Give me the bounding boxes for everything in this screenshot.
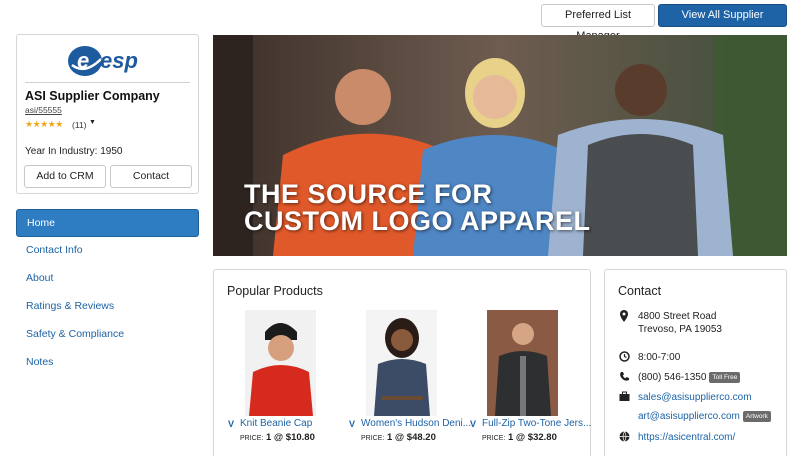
clock-icon <box>618 351 630 365</box>
hours: 8:00-7:00 <box>638 352 681 363</box>
supplier-card: e esp ASI Supplier Company asi/55555 ★★★… <box>16 34 199 194</box>
product-name[interactable]: Women's Hudson Deni... <box>361 418 471 429</box>
view-all-supplier-products-button[interactable]: View All Supplier Products <box>658 4 787 42</box>
card-divider <box>25 82 190 83</box>
svg-text:e: e <box>77 48 89 73</box>
phone-number: (800) 546-1350 <box>638 372 707 383</box>
product-name[interactable]: Full-Zip Two-Tone Jers... <box>482 418 591 429</box>
preferred-list-manager-button[interactable]: Preferred List Manager <box>541 4 655 42</box>
contact-button[interactable]: Contact <box>110 165 192 188</box>
address-line2: Trevoso, PA 19053 <box>638 324 722 335</box>
address-line1: 4800 Street Road <box>638 311 717 322</box>
logo-text: esp <box>100 48 138 73</box>
add-to-crm-button[interactable]: Add to CRM <box>24 165 106 188</box>
art-email-link[interactable]: art@asisupplierco.com <box>638 411 740 422</box>
rating-count[interactable]: (11) <box>72 120 87 130</box>
nav-item-home[interactable]: Home <box>16 209 199 237</box>
esp-logo: e esp <box>67 41 157 79</box>
briefcase-icon <box>618 391 630 405</box>
product-image[interactable] <box>366 310 437 416</box>
globe-icon <box>618 431 630 445</box>
popular-products-panel: Popular Products V Knit Beanie Cap PRICE… <box>213 269 591 456</box>
website-link[interactable]: https://asicentral.com/ <box>638 431 735 444</box>
vendor-v-icon: V <box>228 419 235 429</box>
supplier-name: ASI Supplier Company <box>25 89 160 103</box>
phone-icon <box>618 371 630 385</box>
nav-item-safety-compliance[interactable]: Safety & Compliance <box>16 321 199 349</box>
vendor-v-icon: V <box>349 419 356 429</box>
map-pin-icon <box>618 310 630 325</box>
nav-item-ratings-reviews[interactable]: Ratings & Reviews <box>16 293 199 321</box>
product-image[interactable] <box>487 310 558 416</box>
nav-item-contact-info[interactable]: Contact Info <box>16 237 199 265</box>
product-price: PRICE: 1 @ $10.80 <box>240 432 315 443</box>
caret-down-icon[interactable]: ▼ <box>89 119 96 126</box>
nav-item-notes[interactable]: Notes <box>16 349 199 377</box>
nav-item-about[interactable]: About <box>16 265 199 293</box>
sales-email-link[interactable]: sales@asisupplierco.com <box>638 391 752 404</box>
product-image[interactable] <box>245 310 316 416</box>
vendor-v-icon: V <box>470 419 477 429</box>
hero-banner: THE SOURCE FOR CUSTOM LOGO APPAREL <box>213 35 787 256</box>
artwork-badge: Artwork <box>742 410 771 422</box>
contact-title: Contact <box>618 284 662 298</box>
years-in-industry: Year In Industry: 1950 <box>25 146 123 157</box>
hero-headline-line2: CUSTOM LOGO APPAREL <box>244 206 591 236</box>
product-price: PRICE: 1 @ $48.20 <box>361 432 436 443</box>
product-price: PRICE: 1 @ $32.80 <box>482 432 557 443</box>
contact-panel: Contact 4800 Street Road Trevoso, PA 1905… <box>604 269 787 456</box>
product-name[interactable]: Knit Beanie Cap <box>240 418 312 429</box>
side-nav: Home Contact Info About Ratings & Review… <box>16 209 199 377</box>
toll-free-badge: Toll Free <box>709 371 741 383</box>
rating-stars: ★★★★★ <box>25 119 63 129</box>
popular-products-title: Popular Products <box>227 284 323 298</box>
asi-number-link[interactable]: asi/55555 <box>25 105 62 115</box>
